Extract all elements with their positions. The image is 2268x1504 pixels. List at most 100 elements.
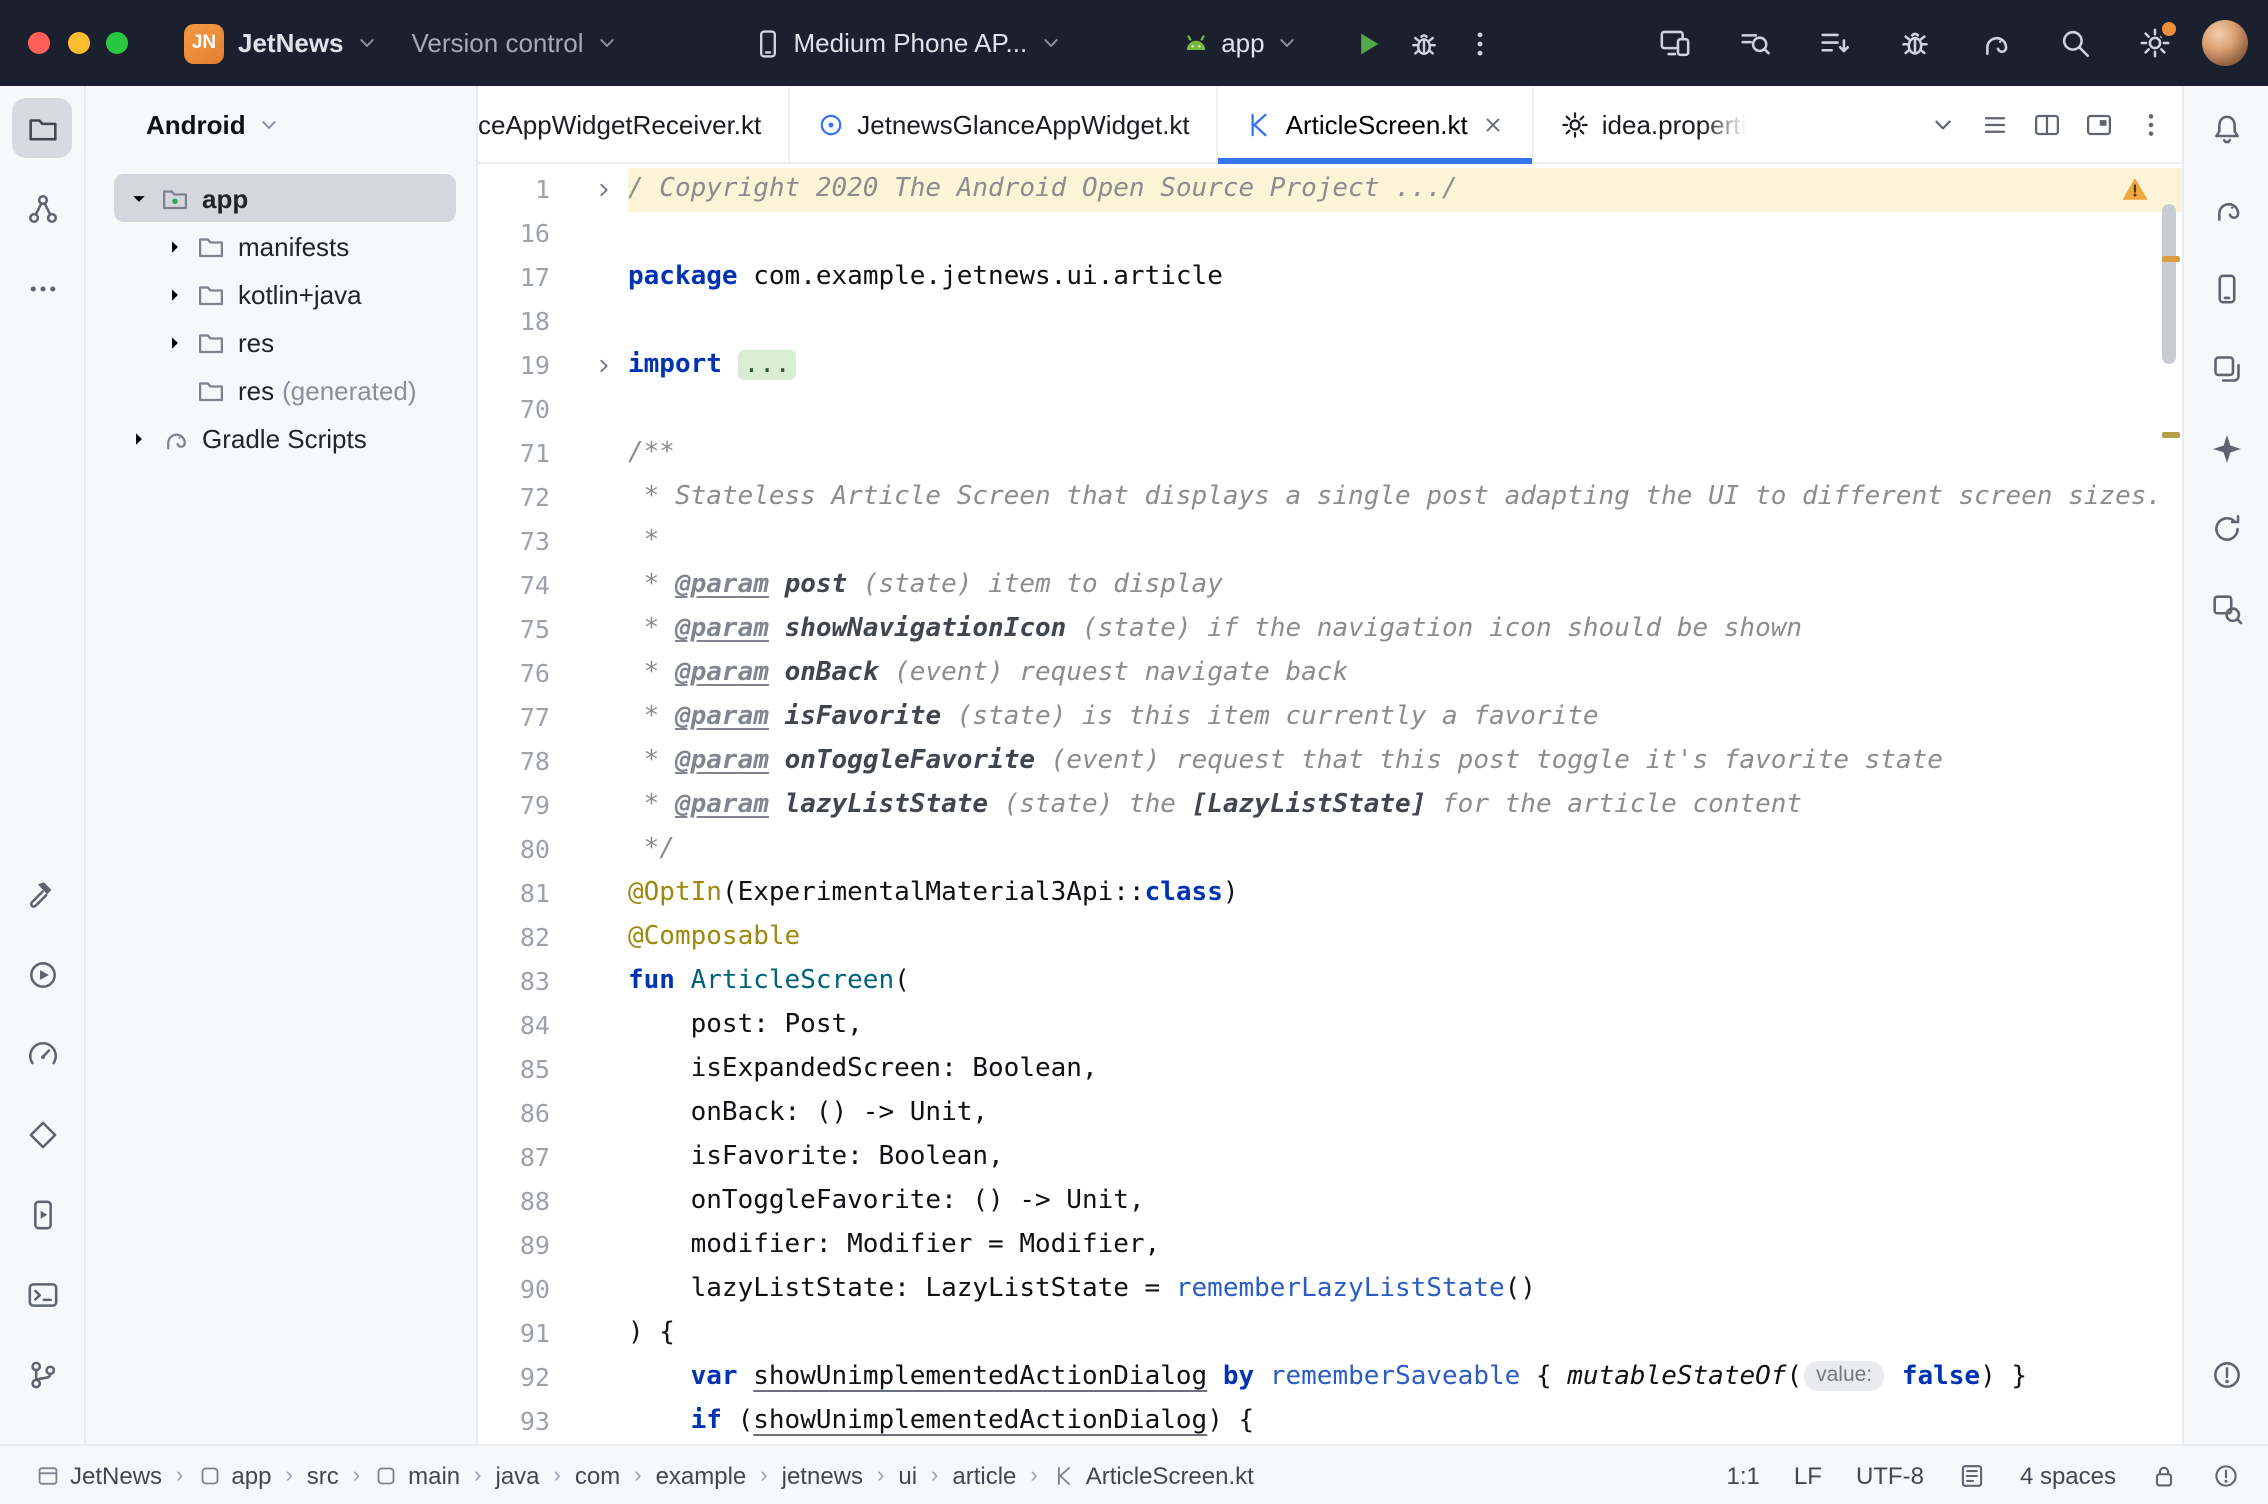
code-text[interactable]: * @param onBack (event) request navigate… — [628, 652, 2182, 696]
breadcrumb-app[interactable]: app — [197, 1461, 271, 1489]
breadcrumb-com[interactable]: com — [575, 1461, 620, 1489]
run-button[interactable] — [1341, 15, 1397, 71]
breadcrumb-articlescreen-kt[interactable]: ArticleScreen.kt — [1052, 1461, 1254, 1489]
code-text[interactable]: isExpandedScreen: Boolean, — [628, 1048, 2182, 1092]
app-quality-insights-tool-button[interactable] — [12, 1104, 72, 1164]
project-tool-button[interactable] — [12, 98, 72, 158]
terminal-tool-button[interactable] — [12, 1264, 72, 1324]
chevron-down-icon[interactable] — [122, 185, 156, 211]
project-selector[interactable]: JN JetNews — [168, 15, 396, 71]
notifications-tool-button[interactable] — [2196, 98, 2256, 158]
chevron-right-icon[interactable] — [122, 425, 156, 451]
settings-button[interactable] — [2126, 15, 2182, 71]
zoom-window-button[interactable] — [106, 32, 128, 54]
code-text[interactable]: * @param onToggleFavorite (event) reques… — [628, 740, 2182, 784]
scrollbar-warning-mark[interactable] — [2162, 432, 2180, 438]
chevron-right-icon[interactable] — [158, 329, 192, 355]
more-run-actions-button[interactable] — [1453, 15, 1509, 71]
code-text[interactable]: lazyListState: LazyListState = rememberL… — [628, 1268, 2182, 1312]
code-text[interactable]: * Stateless Article Screen that displays… — [628, 476, 2182, 520]
gemini-tool-button[interactable] — [2196, 418, 2256, 478]
breadcrumb-jetnews[interactable]: jetnews — [782, 1461, 863, 1489]
breadcrumb-ui[interactable]: ui — [898, 1461, 917, 1489]
caret-position[interactable]: 1:1 — [1727, 1461, 1760, 1489]
sdk-list-button[interactable] — [1806, 15, 1862, 71]
breadcrumb-article[interactable]: article — [952, 1461, 1016, 1489]
version-control-tool-button[interactable] — [12, 1344, 72, 1404]
device-manager-tool-button[interactable] — [2196, 258, 2256, 318]
indent-config[interactable]: 4 spaces — [2020, 1461, 2116, 1489]
code-text[interactable]: onToggleFavorite: () -> Unit, — [628, 1180, 2182, 1224]
code-search-button[interactable] — [1726, 15, 1782, 71]
sync-status-tool-button[interactable] — [2196, 498, 2256, 558]
file-writable[interactable] — [2150, 1461, 2178, 1489]
build-variants-tool-button[interactable] — [2196, 338, 2256, 398]
running-devices-tool-button[interactable] — [12, 1184, 72, 1244]
commit-tool-button[interactable] — [12, 178, 72, 238]
close-tab-icon[interactable] — [1480, 111, 1506, 137]
code-text[interactable]: onBack: () -> Unit, — [628, 1092, 2182, 1136]
code-text[interactable]: * @param post (state) item to display — [628, 564, 2182, 608]
code-text[interactable]: fun ArticleScreen( — [628, 960, 2182, 1004]
breadcrumb-jetnews[interactable]: JetNews — [36, 1461, 162, 1489]
code-text[interactable]: */ — [628, 828, 2182, 872]
tree-item-app[interactable]: app — [114, 174, 456, 222]
code-text[interactable]: if (showUnimplementedActionDialog) { — [628, 1400, 2182, 1444]
inspections-status[interactable] — [2212, 1461, 2240, 1489]
code-text[interactable]: @Composable — [628, 916, 2182, 960]
code-text[interactable]: @OptIn(ExperimentalMaterial3Api::class) — [628, 872, 2182, 916]
code-text[interactable]: * @param isFavorite (state) is this item… — [628, 696, 2182, 740]
device-mirror-button[interactable] — [1646, 15, 1702, 71]
editor-list-button[interactable] — [1980, 109, 2010, 139]
device-selector[interactable]: Medium Phone AP... — [736, 19, 1080, 67]
run-config-selector[interactable]: app — [1163, 19, 1316, 67]
tree-item-res[interactable]: res — [114, 318, 456, 366]
tree-item-kotlin-java[interactable]: kotlin+java — [114, 270, 456, 318]
inspect-bug-button[interactable] — [1886, 15, 1942, 71]
code-text[interactable]: / Copyright 2020 The Android Open Source… — [628, 168, 2182, 212]
editor-options-button[interactable] — [2136, 109, 2166, 139]
detach-editor-button[interactable] — [2084, 109, 2114, 139]
code-text[interactable]: * — [628, 520, 2182, 564]
search-button[interactable] — [2046, 15, 2102, 71]
vcs-menu-button[interactable]: Version control — [396, 20, 636, 66]
code-text[interactable]: package com.example.jetnews.ui.article — [628, 256, 2182, 300]
tab-ceappwidgetreceiver-kt[interactable]: ceAppWidgetReceiver.kt — [478, 86, 787, 162]
code-text[interactable]: /** — [628, 432, 2182, 476]
fold-marker[interactable] — [550, 178, 628, 202]
chevron-right-icon[interactable] — [158, 281, 192, 307]
gradle-tool-button[interactable] — [2196, 178, 2256, 238]
minimize-window-button[interactable] — [67, 32, 89, 54]
profiler-tool-button[interactable] — [12, 1024, 72, 1084]
code-text[interactable]: var showUnimplementedActionDialog by rem… — [628, 1356, 2182, 1400]
scrollbar-warning-mark[interactable] — [2162, 256, 2180, 262]
code-text[interactable]: * @param lazyListState (state) the [Lazy… — [628, 784, 2182, 828]
code-text[interactable]: modifier: Modifier = Modifier, — [628, 1224, 2182, 1268]
breadcrumb-main[interactable]: main — [374, 1461, 460, 1489]
tab-idea-properti[interactable]: idea.properti — [1532, 86, 1773, 162]
debug-button[interactable] — [1397, 15, 1453, 71]
split-editor-button[interactable] — [2032, 109, 2062, 139]
code-text[interactable] — [628, 212, 2182, 256]
code-text[interactable] — [628, 300, 2182, 344]
run-tool-button[interactable] — [12, 944, 72, 1004]
inspection-warning-icon[interactable] — [2120, 174, 2150, 204]
code-text[interactable]: post: Post, — [628, 1004, 2182, 1048]
code-text[interactable]: ) { — [628, 1312, 2182, 1356]
code-text[interactable]: import ... — [628, 344, 2182, 388]
code-editor[interactable]: 1/ Copyright 2020 The Android Open Sourc… — [478, 164, 2182, 1444]
close-window-button[interactable] — [28, 32, 50, 54]
breadcrumb-example[interactable]: example — [656, 1461, 747, 1489]
project-view-selector[interactable]: Android — [86, 86, 476, 162]
more-tool-windows-tool-button[interactable] — [12, 258, 72, 318]
tree-item-manifests[interactable]: manifests — [114, 222, 456, 270]
code-text[interactable] — [628, 388, 2182, 432]
chevron-right-icon[interactable] — [158, 233, 192, 259]
problems-tool-button[interactable] — [2196, 1344, 2256, 1404]
tree-item-gradle-scripts[interactable]: Gradle Scripts — [114, 414, 456, 462]
code-area[interactable]: 1/ Copyright 2020 The Android Open Sourc… — [478, 164, 2182, 1444]
file-encoding[interactable]: UTF-8 — [1856, 1461, 1924, 1489]
code-text[interactable]: * @param showNavigationIcon (state) if t… — [628, 608, 2182, 652]
editor-scrollbar[interactable] — [2162, 204, 2176, 364]
reader-mode[interactable] — [1958, 1461, 1986, 1489]
